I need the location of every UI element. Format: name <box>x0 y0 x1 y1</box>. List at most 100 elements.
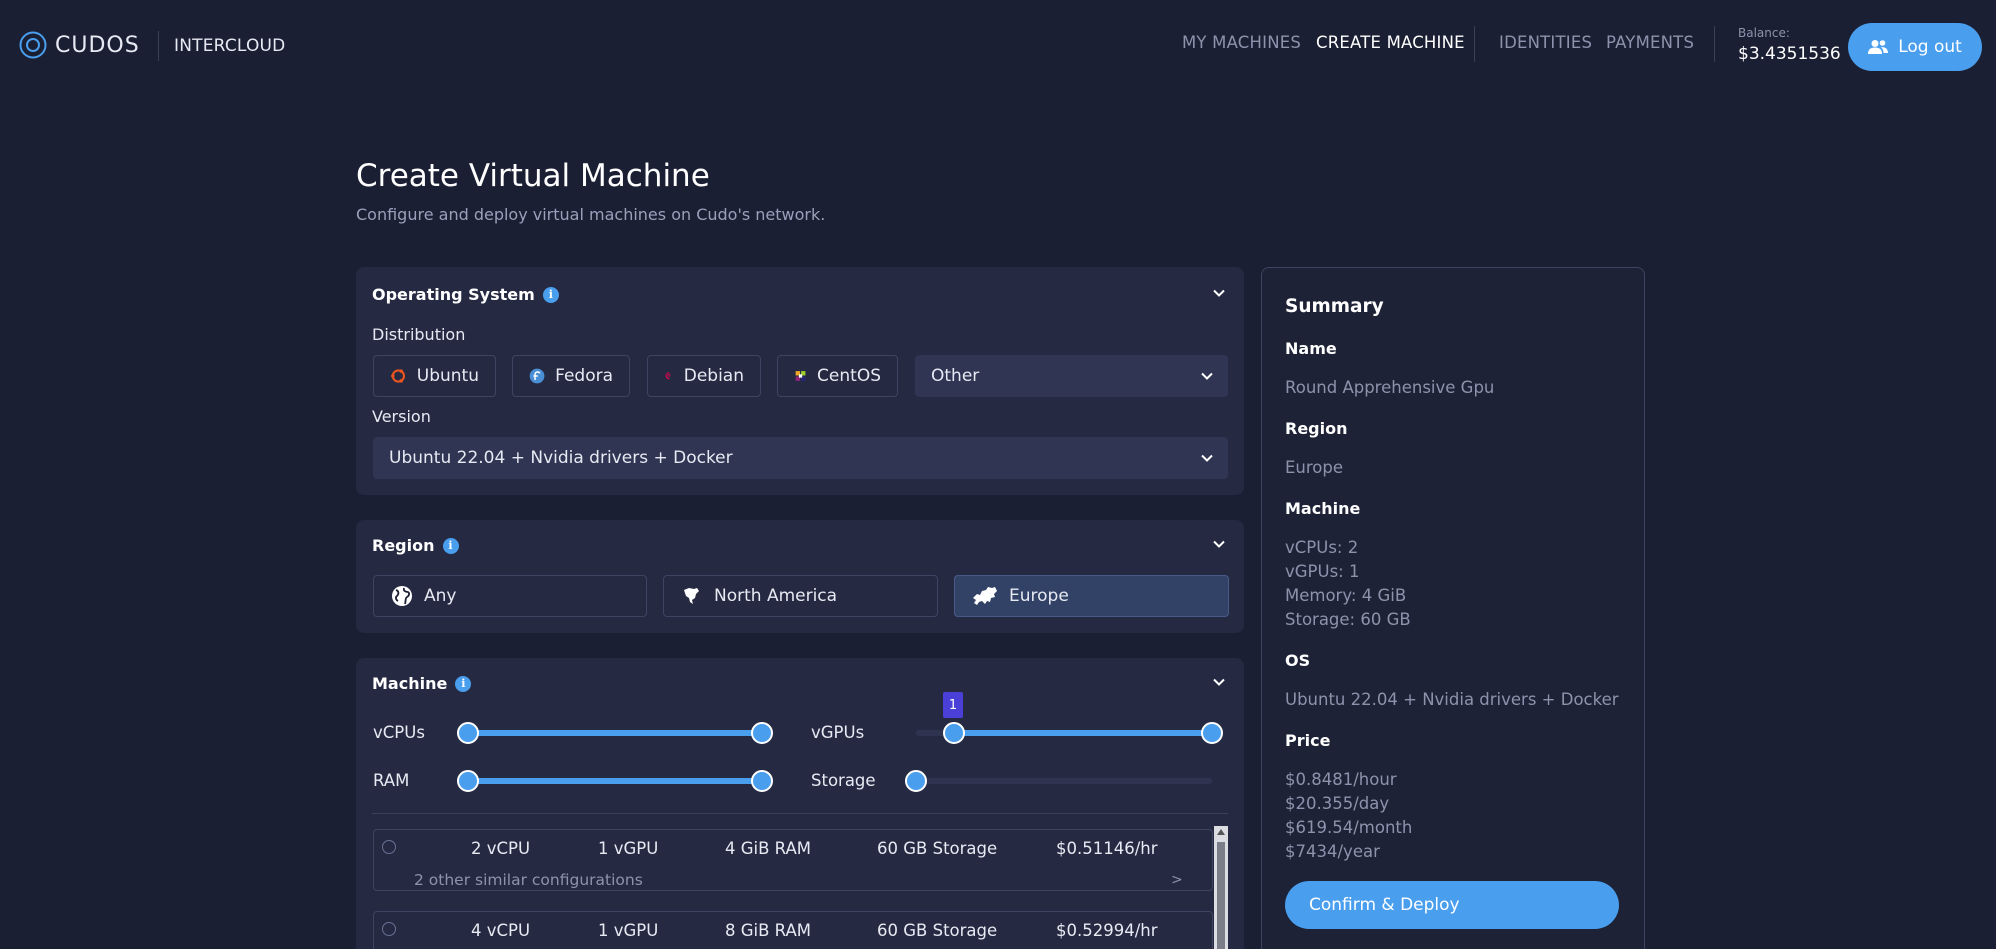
os-option-centos[interactable]: CentOS <box>777 355 898 397</box>
other-os-select[interactable]: Other <box>915 355 1228 397</box>
region-north-america-label: North America <box>714 586 838 606</box>
fedora-label: Fedora <box>555 366 613 386</box>
ubuntu-label: Ubuntu <box>416 366 479 386</box>
nav-payments[interactable]: PAYMENTS <box>1606 33 1694 52</box>
vgpus-value-tooltip: 1 <box>943 692 963 718</box>
vcpus-slider-range <box>467 730 762 736</box>
region-europe-label: Europe <box>1009 586 1069 606</box>
cudos-logo[interactable]: CUDOS <box>19 31 140 59</box>
nav-create-machine[interactable]: CREATE MACHINE <box>1316 33 1465 52</box>
page-title: Create Virtual Machine <box>356 158 710 194</box>
ram-slider-range <box>467 778 762 784</box>
ram-max-handle[interactable] <box>751 770 773 792</box>
vgpus-max-handle[interactable] <box>1201 722 1223 744</box>
vcpus-max-handle[interactable] <box>751 722 773 744</box>
page-subtitle: Configure and deploy virtual machines on… <box>356 205 826 224</box>
vgpus-slider-range <box>954 730 1212 736</box>
cudos-logo-icon <box>19 31 47 59</box>
logo-divider <box>158 31 159 61</box>
config-storage: 60 GB Storage <box>877 921 998 940</box>
os-option-ubuntu[interactable]: Ubuntu <box>373 355 496 397</box>
config-vgpu: 1 vGPU <box>598 921 659 940</box>
vcpus-label: vCPUs <box>373 723 425 742</box>
logout-label: Log out <box>1898 37 1962 57</box>
os-option-debian[interactable]: Debian <box>647 355 761 397</box>
vgpus-min-handle[interactable] <box>943 722 965 744</box>
vcpus-min-handle[interactable] <box>457 722 479 744</box>
summary-machine-vgpus: vGPUs: 1 <box>1285 562 1360 581</box>
chevron-down-icon[interactable] <box>1212 675 1226 689</box>
config-vgpu: 1 vGPU <box>598 839 659 858</box>
machine-panel: Machine i <box>356 658 1244 949</box>
config-row[interactable]: 2 vCPU 1 vGPU 4 GiB RAM 60 GB Storage $0… <box>373 829 1213 891</box>
nav-my-machines[interactable]: MY MACHINES <box>1182 33 1301 52</box>
config-vcpu: 2 vCPU <box>471 839 531 858</box>
scroll-up-arrow-icon[interactable] <box>1217 829 1225 835</box>
storage-slider-track[interactable] <box>916 778 1212 784</box>
separator <box>372 813 1228 814</box>
info-icon[interactable]: i <box>442 537 459 554</box>
north-america-icon <box>684 588 699 604</box>
region-option-europe[interactable]: Europe <box>954 575 1229 617</box>
nav-divider <box>1474 26 1475 62</box>
nav-divider <box>1714 26 1715 62</box>
centos-icon <box>795 371 806 381</box>
summary-price-label: Price <box>1285 731 1331 750</box>
summary-region-value: Europe <box>1285 458 1344 477</box>
top-nav-bar: CUDOS INTERCLOUD MY MACHINES CREATE MACH… <box>0 0 1996 94</box>
config-price: $0.51146/hr <box>1056 839 1158 858</box>
distribution-label: Distribution <box>372 325 466 344</box>
region-any-label: Any <box>424 586 457 606</box>
logout-button[interactable]: Log out <box>1848 23 1982 71</box>
config-radio[interactable] <box>382 840 396 854</box>
storage-label: Storage <box>811 771 876 790</box>
fedora-icon <box>529 368 545 384</box>
summary-price-month: $619.54/month <box>1285 818 1413 837</box>
region-title-text: Region <box>372 536 435 555</box>
nav-identities[interactable]: IDENTITIES <box>1499 33 1592 52</box>
region-option-north-america[interactable]: North America <box>663 575 938 617</box>
debian-icon <box>665 372 671 380</box>
summary-machine-memory: Memory: 4 GiB <box>1285 586 1407 605</box>
config-ram: 8 GiB RAM <box>725 921 811 940</box>
summary-os-label: OS <box>1285 651 1311 670</box>
chevron-down-icon <box>1201 454 1213 462</box>
os-title-text: Operating System <box>372 285 535 304</box>
chevron-down-icon[interactable] <box>1212 286 1226 300</box>
summary-machine-vcpus: vCPUs: 2 <box>1285 538 1359 557</box>
product-name: INTERCLOUD <box>174 36 286 56</box>
os-option-fedora[interactable]: Fedora <box>512 355 630 397</box>
summary-price-day: $20.355/day <box>1285 794 1390 813</box>
confirm-deploy-button[interactable]: Confirm & Deploy <box>1285 881 1619 929</box>
summary-price-hour: $0.8481/hour <box>1285 770 1397 789</box>
config-row[interactable]: 4 vCPU 1 vGPU 8 GiB RAM 60 GB Storage $0… <box>373 911 1213 949</box>
europe-icon <box>973 587 997 605</box>
debian-label: Debian <box>683 366 744 386</box>
scrollbar-thumb[interactable] <box>1217 842 1225 949</box>
config-storage: 60 GB Storage <box>877 839 998 858</box>
ram-min-handle[interactable] <box>457 770 479 792</box>
info-icon[interactable]: i <box>542 286 559 303</box>
summary-price-year: $7434/year <box>1285 842 1380 861</box>
config-ram: 4 GiB RAM <box>725 839 811 858</box>
config-radio[interactable] <box>382 922 396 936</box>
summary-machine-storage: Storage: 60 GB <box>1285 610 1411 629</box>
chevron-down-icon[interactable] <box>1212 537 1226 551</box>
region-panel-title: Region i <box>372 536 459 555</box>
storage-min-handle[interactable] <box>905 770 927 792</box>
region-option-any[interactable]: Any <box>373 575 647 617</box>
expand-arrow[interactable]: > <box>1171 872 1183 888</box>
summary-os-value: Ubuntu 22.04 + Nvidia drivers + Docker <box>1285 690 1619 709</box>
similar-configs-link[interactable]: 2 other similar configurations <box>414 871 643 889</box>
summary-region-label: Region <box>1285 419 1348 438</box>
version-label: Version <box>372 407 431 426</box>
config-list-scrollbar[interactable] <box>1214 826 1228 949</box>
summary-name-label: Name <box>1285 339 1337 358</box>
balance-label: Balance: <box>1738 26 1790 40</box>
info-icon[interactable]: i <box>455 675 472 692</box>
logo-text: CUDOS <box>55 32 140 58</box>
version-select[interactable]: Ubuntu 22.04 + Nvidia drivers + Docker <box>373 437 1228 479</box>
users-icon <box>1868 40 1889 54</box>
machine-panel-title: Machine i <box>372 674 472 693</box>
summary-panel: Summary Name Round Apprehensive Gpu Regi… <box>1261 267 1645 949</box>
